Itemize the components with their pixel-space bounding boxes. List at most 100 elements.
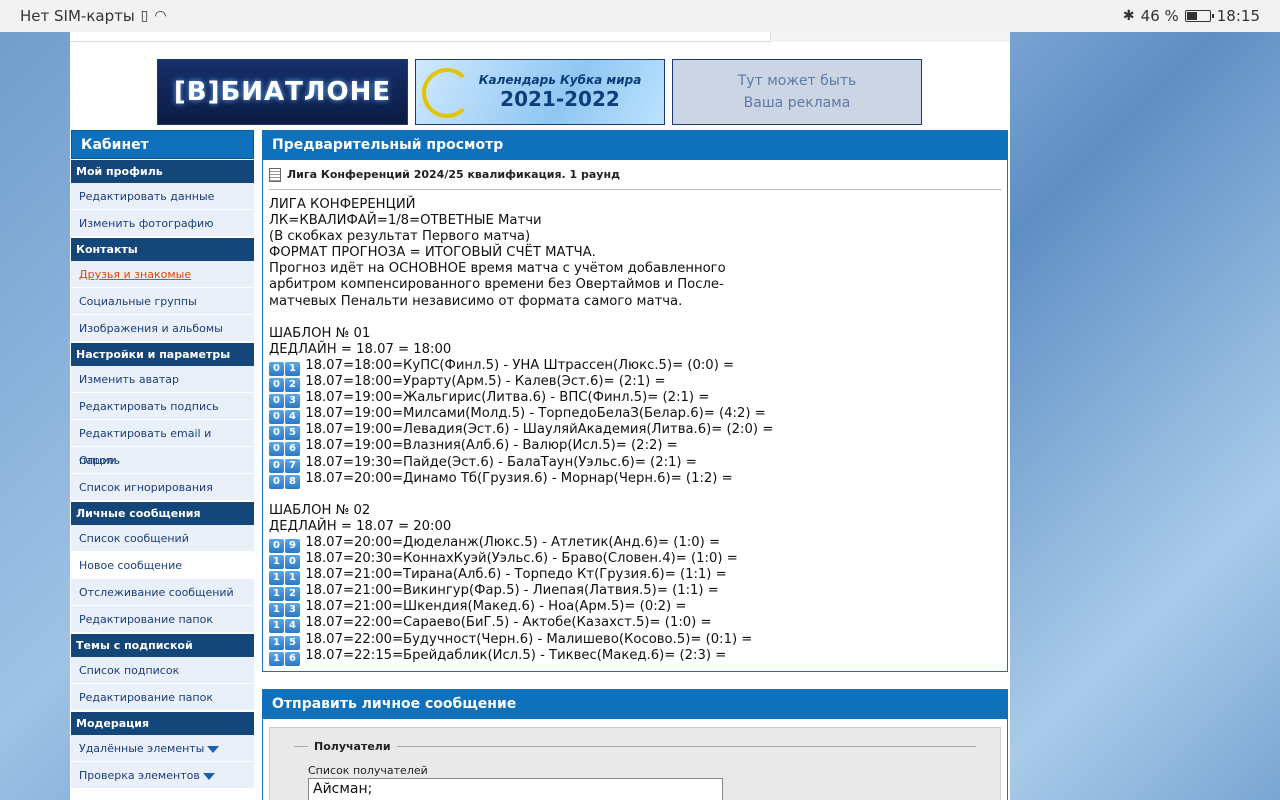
sidebar-title: Кабинет [71,130,254,159]
sidebar-item[interactable]: Редактировать данные [71,183,254,210]
sidebar-item-label: Изображения и альбомы [79,322,223,335]
sidebar-item-label: Изменить фотографию [79,217,214,230]
line-text: 18.07=18:00=КуПС(Финл.5) - УНА Штрассен(… [305,357,735,373]
match-line: 08 18.07=20:00=Динамо Тб(Грузия.6) - Мор… [269,470,1001,489]
recipients-label: Список получателей [308,764,428,777]
sidebar-item-label: Проверка элементов [79,769,200,782]
calendar-banner-years: 2021-2022 [500,87,620,111]
sidebar-item-label: Список подписок [79,664,180,677]
sidebar-item[interactable]: Редактировать подпись [71,393,254,420]
text-line: ШАБЛОН № 02 [269,503,1001,519]
send-message-title: Отправить личное сообщение [263,690,1007,719]
line-text: 18.07=20:00=Динамо Тб(Грузия.6) - Морнар… [305,470,733,486]
line-text: 18.07=19:00=Влазния(Алб.6) - Валюр(Исл.5… [305,438,678,454]
sidebar-item-label: Редактировать данные [79,190,215,203]
text-line [269,487,1001,503]
message-subject: Лига Конференций 2024/25 квалификация. 1… [269,160,1001,190]
match-line: 03 18.07=19:00=Жальгирис(Литва.6) - ВПС(… [269,390,1001,409]
line-text: (В скобках результат Первого матча) [269,229,531,245]
text-line: Прогноз идёт на ОСНОВНОЕ время матча с у… [269,261,1001,277]
text-line: ФОРМАТ ПРОГНОЗА = ИТОГОВЫЙ СЧЁТ МАТЧА. [269,245,1001,261]
bluetooth-icon: ✱ [1122,8,1135,24]
line-text: ФОРМАТ ПРОГНОЗА = ИТОГОВЫЙ СЧЁТ МАТЧА. [269,245,596,261]
text-line: матчевых Пенальти независимо от формата … [269,294,1001,310]
sidebar-item-label: Отслеживание сообщений [79,586,234,599]
sidebar-item[interactable]: Изменить фотографию [71,210,254,237]
battery-icon [1184,10,1214,22]
document-icon [269,167,281,182]
send-message-panel: Отправить личное сообщение Получатели Сп… [262,689,1008,800]
match-line: 10 18.07=20:30=КоннахКуэй(Уэльс.6) - Бра… [269,551,1001,570]
text-line [269,310,1001,326]
dropdown-arrow-icon[interactable] [207,745,220,753]
line-text: ШАБЛОН № 02 [269,502,371,518]
match-line: 15 18.07=22:00=Будучност(Черн.6) - Малиш… [269,631,1001,650]
line-text: ДЕДЛАЙН = 18.07 = 18:00 [269,341,452,357]
sidebar-item[interactable]: Изменить аватар [71,366,254,393]
biathlon-banner[interactable]: [В]БИАТЛОНЕ [157,59,408,125]
dropdown-arrow-icon[interactable] [202,772,215,780]
message-subject-text: Лига Конференций 2024/25 квалификация. 1… [287,168,620,181]
sidebar-item[interactable]: Редактирование папок [71,684,254,711]
sidebar-item[interactable]: Список игнорирования [71,474,254,501]
match-line: 11 18.07=21:00=Тирана(Алб.6) - Торпедо К… [269,567,1001,586]
sidebar-item[interactable]: Список подписок [71,657,254,684]
line-text: ШАБЛОН № 01 [269,325,371,341]
sidebar-item-label: Социальные группы [79,295,197,308]
sidebar-section-title: Контакты [71,238,254,261]
match-line: 16 18.07=22:15=Брейдаблик(Исл.5) - Тикве… [269,647,1001,666]
line-text: Прогноз идёт на ОСНОВНОЕ время матча с у… [269,261,726,277]
text-line: (В скобках результат Первого матча) [269,229,1001,245]
sidebar-item[interactable]: Удалённые элементы [71,735,254,762]
line-text: ЛИГА КОНФЕРЕНЦИЙ [269,197,416,212]
line-text: 18.07=22:00=Будучност(Черн.6) - Малишево… [305,631,753,647]
sidebar-item[interactable]: Изображения и альбомы [71,315,254,342]
sidebar-item-label: Редактирование папок [79,691,213,704]
match-line: 12 18.07=21:00=Викингур(Фар.5) - Лиепая(… [269,583,1001,602]
match-line: 06 18.07=19:00=Влазния(Алб.6) - Валюр(Ис… [269,438,1001,457]
match-line: 13 18.07=21:00=Шкендия(Макед.6) - Ноа(Ар… [269,599,1001,618]
line-text: 18.07=19:30=Пайде(Эст.6) - БалаТаун(Уэль… [305,454,697,470]
forum-page: [В]БИАТЛОНЕ Календарь Кубка мира 2021-20… [70,32,1010,800]
message-body: ЛИГА КОНФЕРЕНЦИЙ ЛК=КВАЛИФАЙ=1/8=ОТВЕТНЫЕ… [263,190,1007,666]
sidebar-item[interactable]: Опции [71,447,254,474]
line-text: 18.07=22:15=Брейдаблик(Исл.5) - Тиквес(М… [305,647,727,663]
recipients-fieldset: Получатели Список получателей Айсман; [269,727,1001,800]
sidebar-item[interactable]: Новое сообщение [71,552,254,579]
keycap-digit-icon: 1 [269,651,284,666]
status-bar: Нет SIM-карты ▯ ◠ ✱ 46 % 18:15 [0,0,1280,32]
line-text: матчевых Пенальти независимо от формата … [269,293,683,309]
line-text: 18.07=18:00=Урарту(Арм.5) - Калев(Эст.6)… [305,374,666,390]
battery-percent: 46 % [1140,7,1179,25]
sidebar-item-label: Друзья и знакомые [79,268,192,281]
ad-placeholder-banner[interactable]: Тут может быть Ваша реклама [672,59,922,125]
line-text: арбитром компенсированного времени без О… [269,277,724,293]
sidebar-item[interactable]: Редактировать email и пароль [71,420,254,467]
sidebar-item[interactable]: Проверка элементов [71,762,254,789]
sidebar-item-label: Редактировать подпись [79,400,219,413]
text-line: ДЕДЛАЙН = 18.07 = 20:00 [269,519,1001,535]
sidebar-item[interactable]: Отслеживание сообщений [71,579,254,606]
sidebar-item[interactable]: Друзья и знакомые [71,261,254,288]
sidebar-item-label: Редактирование папок [79,613,213,626]
line-text: 18.07=19:00=Милсами(Молд.5) - ТорпедоБел… [305,406,766,422]
world-cup-calendar-banner[interactable]: Календарь Кубка мира 2021-2022 [415,59,665,125]
line-text: 18.07=19:00=Жальгирис(Литва.6) - ВПС(Фин… [305,390,710,406]
line-text: 18.07=22:00=Сараево(БиГ.5) - Актобе(Каза… [305,615,712,631]
ad-line-1: Тут может быть [737,73,857,89]
banner-row: [В]БИАТЛОНЕ Календарь Кубка мира 2021-20… [70,59,1010,125]
cabinet-sidebar: Кабинет Мой профиль Редактировать данные И… [71,130,254,789]
sidebar-item[interactable]: Редактирование папок [71,606,254,633]
match-line: 07 18.07=19:30=Пайде(Эст.6) - БалаТаун(У… [269,454,1001,473]
sidebar-section-title: Личные сообщения [71,502,254,525]
clock: 18:15 [1216,7,1260,25]
keycap-digit-icon: 8 [285,474,300,489]
match-line: 09 18.07=20:00=Дюделанж(Люкс.5) - Атлети… [269,535,1001,553]
sidebar-item[interactable]: Список сообщений [71,525,254,552]
skier-logo-icon [422,68,472,118]
recipients-input[interactable]: Айсман; [308,778,723,800]
preview-title: Предварительный просмотр [263,131,1007,160]
sidebar-item-label: Опции [79,454,117,467]
recipients-legend: Получатели [308,740,397,753]
sidebar-item[interactable]: Социальные группы [71,288,254,315]
